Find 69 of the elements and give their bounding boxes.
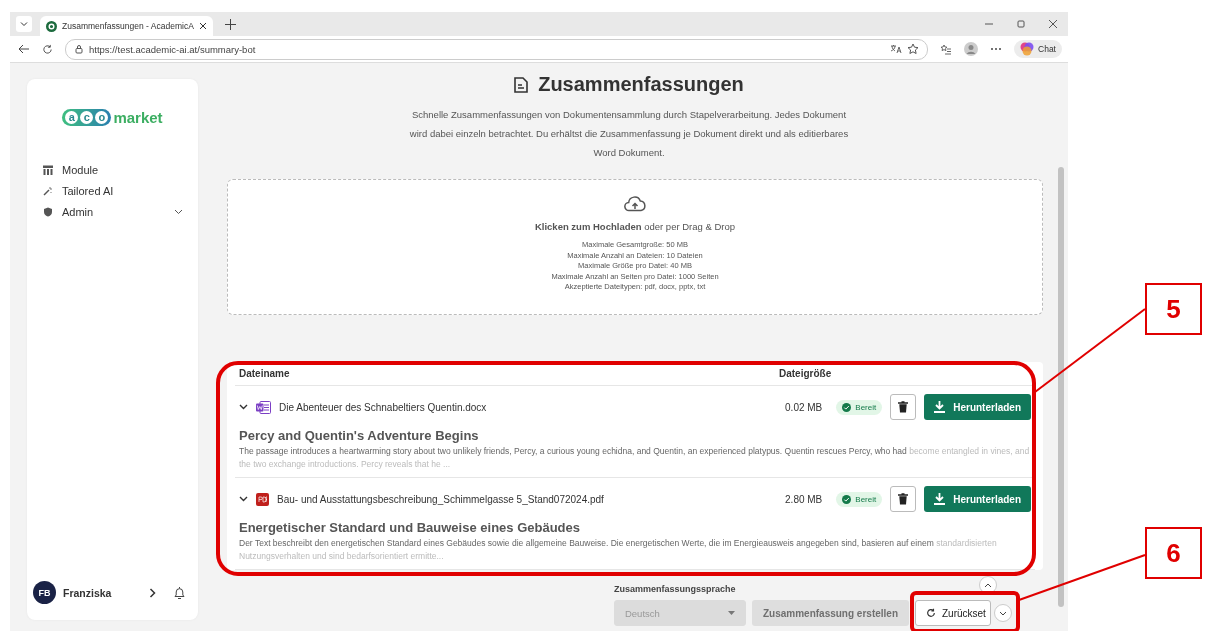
cloud-upload-icon: [624, 196, 646, 212]
status-badge: Bereit: [836, 399, 883, 415]
field-label: Zusammenfassungssprache: [613, 584, 737, 594]
lock-icon[interactable]: [74, 44, 84, 54]
document-icon: [514, 76, 529, 93]
profile-icon[interactable]: [964, 42, 979, 56]
reset-icon: [926, 608, 936, 618]
file-name: Bau- und Ausstattungsbeschreibung_Schimmelgasse 5_Stand072024.pdf: [277, 493, 605, 505]
sidebar-item[interactable]: Admin: [43, 206, 183, 218]
more-icon[interactable]: [990, 47, 1003, 51]
chevron-up-icon: [984, 582, 992, 588]
browser-tab[interactable]: Zusammenfassungen - AcademicA: [40, 16, 213, 36]
address-bar[interactable]: https://test.academic-ai.at/summary-bot: [65, 38, 929, 60]
summary-title: Percy and Quentin's Adventure Begins: [239, 428, 480, 443]
chevron-down-icon[interactable]: [174, 209, 183, 215]
sidebar-item[interactable]: Module: [43, 164, 183, 176]
download-button[interactable]: Herunterladen: [924, 394, 1031, 420]
column-header: Dateigröße: [779, 368, 833, 379]
chevron-down-icon: [999, 610, 1007, 616]
logo-text: market: [113, 109, 163, 126]
check-icon: [842, 494, 852, 504]
chevron-down-icon[interactable]: [239, 496, 248, 502]
restore-icon[interactable]: [1016, 19, 1026, 29]
download-icon: [934, 401, 946, 413]
site-icon: [46, 20, 57, 32]
summary-text: Der Text beschreibt den energetischen Standard eines Gebäudes sowie die allgemeine Bauweise. Die energetischen Werte, die im Energieausweis angegeben sind, basieren auf einem standardisierten Nutzungsverhalten und sind bedarfsorientiert ermitte...: [239, 537, 998, 563]
callout-number: 5: [1145, 283, 1202, 335]
trash-icon: [898, 401, 909, 413]
trash-icon: [898, 493, 909, 505]
tab-list-icon[interactable]: [16, 16, 32, 32]
file-size: 0.02 MB: [785, 401, 823, 413]
bell-icon[interactable]: [173, 585, 186, 600]
summary-title: Energetischer Standard und Bauweise eines Gebäudes: [239, 520, 581, 535]
shield-icon: [43, 207, 53, 217]
table-icon: [43, 165, 53, 175]
download-button[interactable]: Herunterladen: [924, 486, 1031, 512]
file-size: 2.80 MB: [785, 493, 823, 505]
logo-mark: a c o: [62, 109, 112, 126]
status-badge: Bereit: [836, 491, 883, 507]
page-title: Zusammenfassungen: [538, 73, 744, 96]
wand-icon: [43, 186, 53, 196]
translate-icon[interactable]: [890, 44, 903, 54]
delete-button[interactable]: [890, 394, 917, 420]
close-icon[interactable]: [198, 22, 207, 30]
file-name: Die Abenteuer des Schnabeltiers Quentin.docx: [279, 401, 488, 413]
pdf-file-icon: [256, 492, 269, 506]
chevron-down-icon[interactable]: [239, 404, 248, 410]
user-avatar[interactable]: FB: [33, 581, 56, 604]
star-icon[interactable]: [907, 43, 920, 55]
back-icon[interactable]: [18, 43, 30, 55]
page-description: Schnelle Zusammenfassungen von Dokumentensammlung durch Stapelverarbeitung. Jedes Dokument wird dabei einzeln betrachtet. Du erhältst die Zusammenfassung je Dokument direkt und als editierbares Word Dokument.: [408, 108, 850, 160]
upload-prompt: Klicken zum Hochladen oder per Drag & Drop: [534, 221, 736, 232]
user-name: Franziska: [63, 586, 113, 599]
sidebar-item[interactable]: Tailored AI: [43, 185, 183, 197]
dropdown-icon: [727, 611, 735, 615]
close-icon[interactable]: [1048, 19, 1058, 29]
check-icon: [842, 402, 852, 412]
reset-button[interactable]: Zurückset: [915, 600, 991, 626]
download-icon: [934, 493, 946, 505]
chevron-right-icon[interactable]: [149, 587, 156, 598]
blob-icon: [1020, 42, 1035, 56]
reload-icon[interactable]: [42, 43, 53, 55]
delete-button[interactable]: [890, 486, 917, 512]
word-file-icon: [256, 400, 271, 414]
column-header: Dateiname: [239, 368, 291, 379]
callout-number: 6: [1145, 527, 1202, 579]
chat-button[interactable]: Chat: [1014, 40, 1062, 58]
favorites-icon[interactable]: [940, 43, 953, 55]
new-tab-icon[interactable]: [224, 18, 236, 30]
